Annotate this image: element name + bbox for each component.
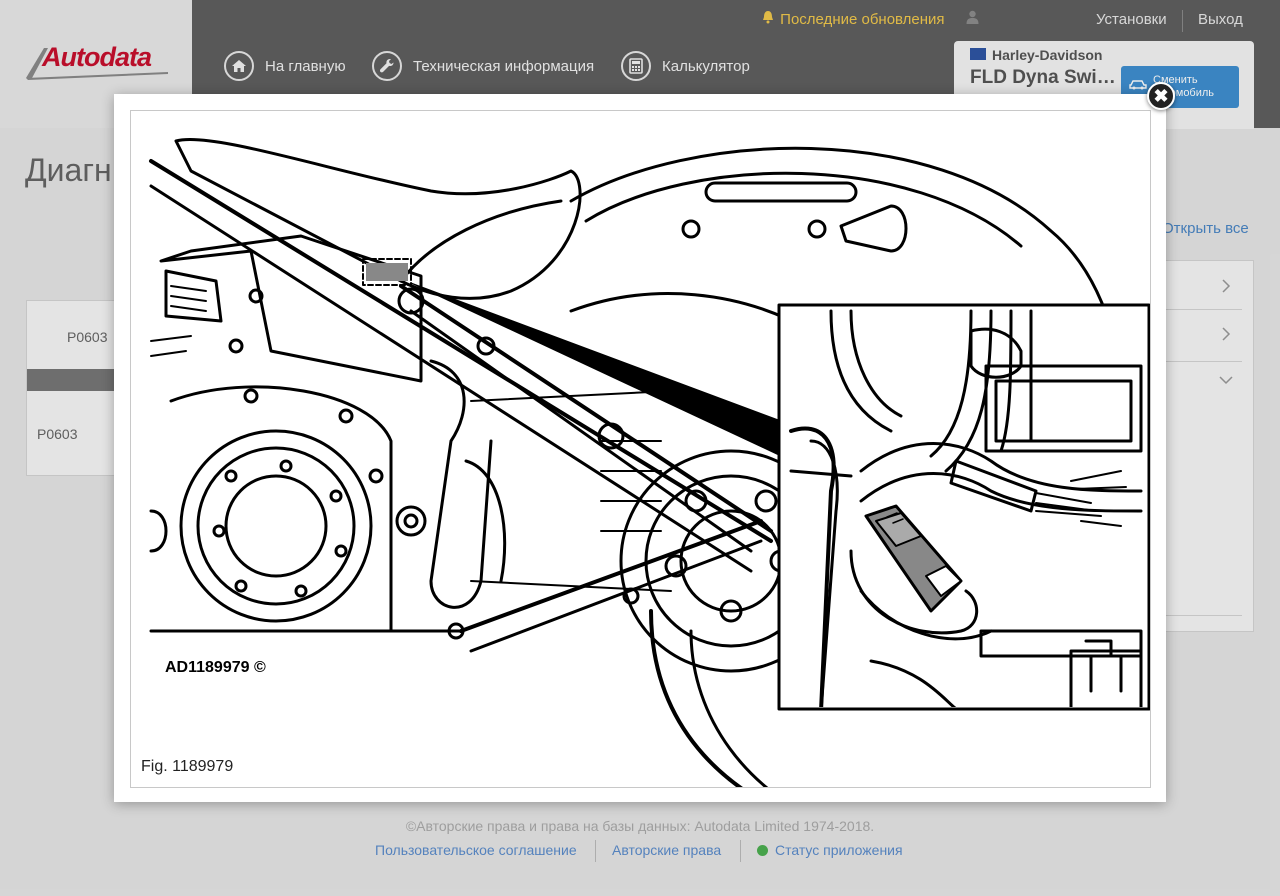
figure-frame: AD1189979 © Fig. 1189979 <box>130 110 1151 788</box>
close-modal-button[interactable]: ✖ <box>1147 82 1175 110</box>
drawing-reference-label: AD1189979 © <box>165 659 266 676</box>
figure-caption: Fig. 1189979 <box>141 758 234 775</box>
figure-modal: AD1189979 © Fig. 1189979 <box>114 94 1166 802</box>
motorcycle-wiring-diagram <box>149 137 1150 787</box>
close-icon: ✖ <box>1153 85 1169 106</box>
